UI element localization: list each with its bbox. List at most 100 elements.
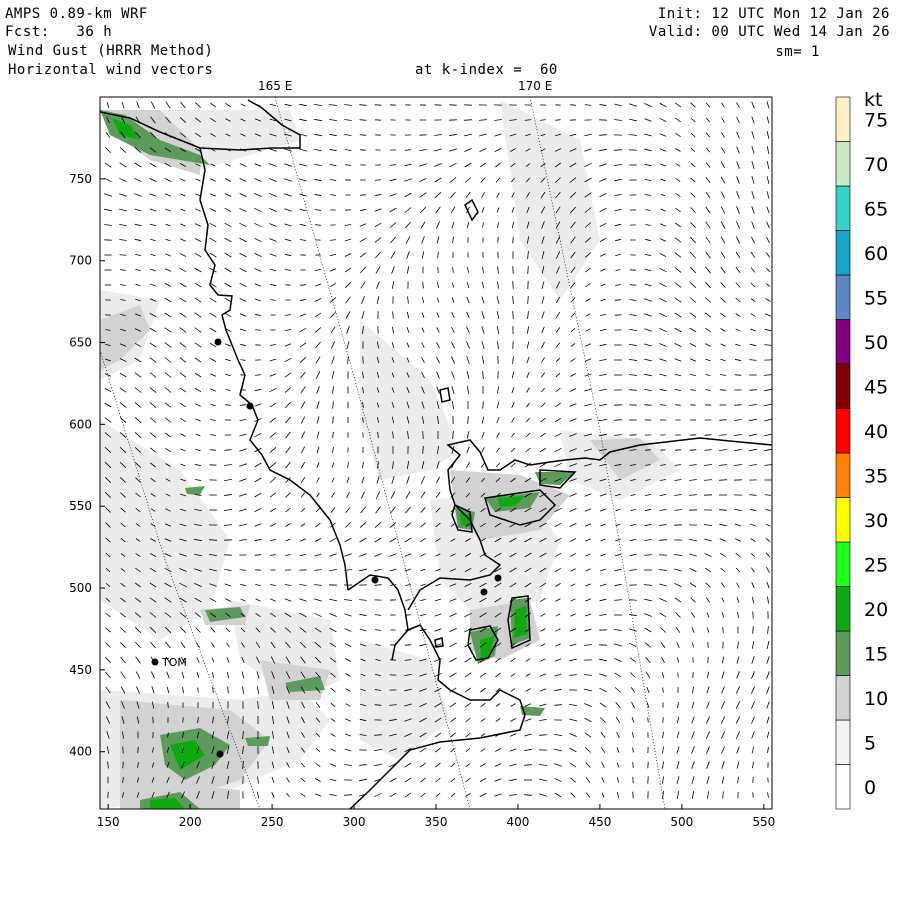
wind-vector <box>659 343 667 347</box>
wind-vector <box>644 103 652 107</box>
wind-vector <box>632 747 634 753</box>
wind-vector <box>644 613 652 617</box>
wind-vector <box>764 374 772 376</box>
wind-vector <box>720 374 726 376</box>
wind-vector <box>420 522 426 528</box>
wind-vector <box>180 448 186 452</box>
wind-vector <box>689 494 697 496</box>
wind-vector <box>735 552 741 558</box>
wind-vector <box>196 672 200 678</box>
wind-vector <box>766 701 770 709</box>
wind-vector <box>674 494 682 496</box>
wind-vector <box>359 252 367 258</box>
colorbar-level-label: 25 <box>864 554 888 576</box>
wind-vector <box>254 193 262 197</box>
wind-vector <box>706 686 710 694</box>
wind-vector <box>224 312 232 318</box>
wind-vector <box>180 433 186 437</box>
wind-vector <box>720 146 726 154</box>
wind-vector <box>449 642 457 648</box>
wind-vector <box>766 581 770 589</box>
wind-vector <box>554 688 562 692</box>
wind-vector <box>749 418 757 422</box>
wind-vector <box>736 582 740 588</box>
wind-vector <box>751 701 755 709</box>
wind-vector <box>495 703 501 707</box>
wind-vector <box>705 374 711 376</box>
wind-vector <box>419 192 427 198</box>
wind-vector <box>316 386 320 394</box>
wind-vector <box>451 341 455 349</box>
wind-vector <box>704 312 712 318</box>
wind-vector <box>599 598 607 602</box>
wind-vector <box>690 236 696 244</box>
wind-vector <box>332 401 334 409</box>
wind-vector <box>466 431 470 439</box>
wind-vector <box>615 269 621 271</box>
wind-vector <box>329 297 337 303</box>
wind-vector <box>690 132 696 138</box>
wind-vector <box>659 238 667 242</box>
wind-vector <box>767 596 769 604</box>
wind-vector <box>614 658 622 662</box>
wind-vector <box>765 267 771 273</box>
wind-vector <box>104 162 112 168</box>
wind-vector <box>300 284 306 286</box>
wind-vector <box>135 254 141 256</box>
wind-vector <box>404 522 412 528</box>
wind-vector <box>419 149 427 151</box>
wind-vector <box>465 702 471 708</box>
wind-vector <box>390 236 396 244</box>
wind-vector <box>737 611 739 619</box>
wind-vector <box>180 208 186 212</box>
wind-vector <box>389 178 397 182</box>
wind-vector <box>600 747 606 753</box>
wind-vector <box>541 357 545 363</box>
wind-vector <box>419 177 427 183</box>
wind-vector <box>194 252 202 258</box>
wind-vector <box>209 373 217 377</box>
wind-vector <box>239 267 247 273</box>
wind-vector <box>284 148 292 152</box>
wind-vector <box>239 328 247 332</box>
wind-vector <box>750 328 756 332</box>
wind-vector <box>704 464 712 466</box>
wind-vector <box>643 584 653 586</box>
wind-vector <box>467 416 469 424</box>
wind-vector <box>752 761 754 769</box>
wind-vector <box>119 269 127 271</box>
wind-vector <box>329 569 337 571</box>
wind-vector <box>316 477 320 483</box>
wind-vector <box>136 101 140 109</box>
wind-vector <box>599 493 607 497</box>
wind-vector <box>585 328 591 332</box>
wind-vector <box>510 657 516 663</box>
wind-vector <box>480 687 486 693</box>
wind-vector <box>346 491 350 499</box>
wind-vector <box>767 626 769 634</box>
wind-vector <box>584 403 592 407</box>
wind-vector <box>254 268 262 272</box>
wind-vector <box>105 657 111 663</box>
wind-vector <box>676 746 680 754</box>
wind-vector <box>510 718 516 722</box>
wind-vector <box>704 449 712 451</box>
wind-vector <box>149 208 157 212</box>
wind-vector <box>616 747 620 753</box>
wind-vector <box>450 792 456 798</box>
wind-vector <box>720 206 726 214</box>
wind-vector <box>751 731 755 739</box>
wind-vector <box>690 192 696 198</box>
wind-vector <box>752 626 754 634</box>
wind-vector <box>736 176 740 184</box>
wind-vector <box>584 388 592 392</box>
wind-vector <box>629 569 637 571</box>
wind-vector <box>585 568 591 572</box>
wind-vector <box>555 583 561 587</box>
wind-vector <box>419 747 427 753</box>
wind-vector <box>689 568 697 572</box>
wind-vector <box>299 163 307 167</box>
wind-vector <box>299 584 307 586</box>
wind-vector <box>496 296 500 304</box>
wind-vector <box>374 193 382 197</box>
